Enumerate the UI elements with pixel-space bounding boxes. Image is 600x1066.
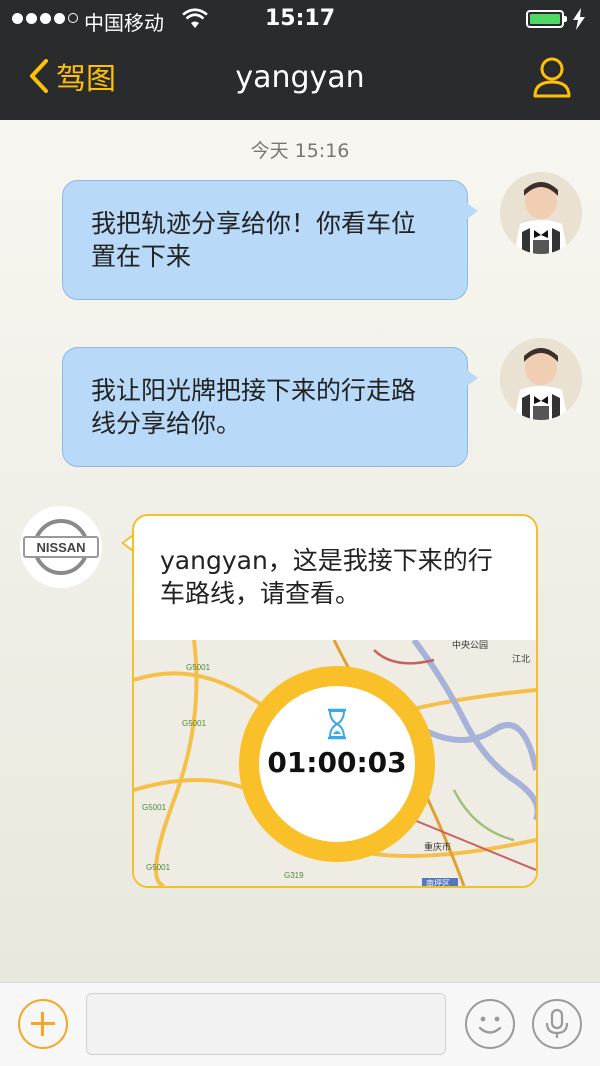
smiley-icon: [478, 1016, 502, 1034]
timer-value: 01:00:03: [267, 746, 407, 779]
voice-input-button[interactable]: [532, 999, 582, 1049]
map-label: 重庆市: [424, 841, 451, 852]
route-map[interactable]: G5001 G5001 G5001 G5001 G319 重庆市 中央公园 江北…: [134, 640, 536, 886]
microphone-icon: [545, 1008, 569, 1038]
battery-icon: [526, 10, 567, 28]
map-label: G5001: [182, 719, 207, 728]
emoji-button[interactable]: [465, 999, 515, 1049]
map-label: G5001: [146, 863, 171, 872]
map-label: G319: [284, 871, 304, 880]
top-bar: 中国移动 15:17 驾图 yangyan: [0, 0, 600, 120]
message-input[interactable]: [86, 993, 446, 1055]
map-label: 中央公园: [452, 640, 488, 650]
timer-face: 01:00:03: [259, 686, 415, 842]
status-time: 15:17: [264, 6, 336, 31]
map-label: 江北: [512, 654, 530, 664]
chat-area[interactable]: 今天 15:16 我把轨迹分享给你！你看车位置在下来 我让阳光牌把接下来的行走路…: [0, 120, 600, 982]
add-attachment-button[interactable]: [18, 999, 68, 1049]
route-share-card[interactable]: yangyan，这是我接下来的行车路线，请查看。 G5001 G5001 G50…: [132, 514, 538, 888]
avatar[interactable]: NISSAN: [20, 506, 102, 588]
map-label: G5001: [186, 663, 211, 672]
svg-text:NISSAN: NISSAN: [36, 540, 85, 555]
user-avatar-photo: [500, 338, 582, 420]
hourglass-icon: [328, 708, 346, 740]
avatar[interactable]: [500, 338, 582, 420]
map-label: G5001: [142, 803, 167, 812]
message-text: 我让阳光牌把接下来的行走路线分享给你。: [91, 376, 417, 438]
charging-bolt-icon: [573, 8, 585, 30]
outgoing-message-bubble[interactable]: 我让阳光牌把接下来的行走路线分享给你。: [62, 347, 478, 467]
message-input-bar: [0, 982, 600, 1066]
user-avatar-photo: [500, 172, 582, 254]
status-bar: 中国移动 15:17: [0, 0, 600, 40]
nissan-logo-icon: NISSAN: [23, 519, 99, 575]
countdown-timer: 01:00:03: [239, 666, 435, 862]
map-label: 南坪区: [426, 878, 450, 886]
message-text: 我把轨迹分享给你！你看车位置在下来: [91, 209, 417, 271]
card-message-text: yangyan，这是我接下来的行车路线，请查看。: [160, 546, 493, 608]
message-timestamp: 今天 15:16: [250, 140, 350, 162]
outgoing-message-bubble[interactable]: 我把轨迹分享给你！你看车位置在下来: [62, 180, 478, 300]
user-icon[interactable]: [532, 56, 572, 98]
page-title: yangyan: [235, 60, 365, 95]
avatar[interactable]: [500, 172, 582, 254]
